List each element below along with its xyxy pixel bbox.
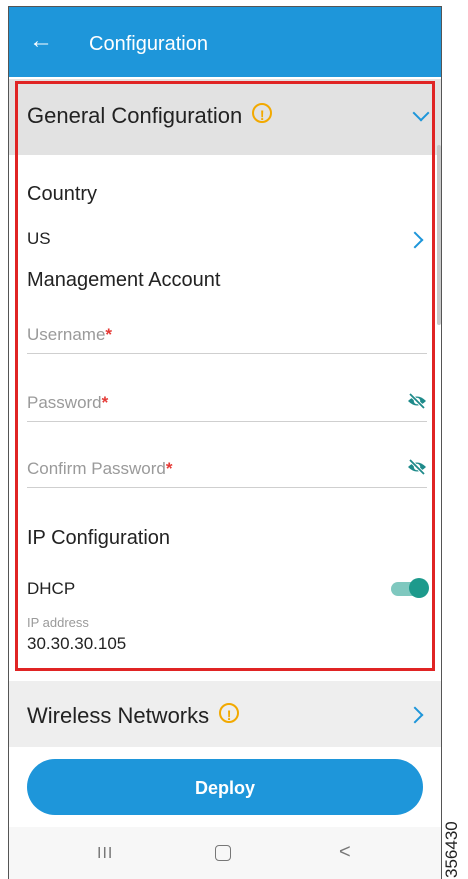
home-icon[interactable] xyxy=(215,845,231,861)
nav-back-icon[interactable]: < xyxy=(339,841,351,864)
chevron-right-icon[interactable] xyxy=(406,706,424,724)
general-configuration-title: General Configuration! xyxy=(27,103,273,129)
system-nav-bar: III < xyxy=(9,827,441,879)
toggle-knob xyxy=(409,578,429,598)
dhcp-toggle[interactable] xyxy=(391,578,429,598)
chevron-down-icon[interactable] xyxy=(412,104,430,122)
back-arrow-icon[interactable]: ← xyxy=(29,29,53,53)
eye-off-icon[interactable] xyxy=(407,459,427,475)
management-account-label: Management Account xyxy=(27,269,221,291)
warning-icon: ! xyxy=(252,103,273,123)
username-field[interactable]: Username* xyxy=(27,309,427,354)
general-configuration-header[interactable]: General Configuration! xyxy=(9,79,441,155)
scrollbar[interactable] xyxy=(437,145,441,325)
phone-screen: ← Configuration General Configuration! C… xyxy=(8,6,442,879)
dhcp-label: DHCP xyxy=(27,579,76,598)
wireless-networks-row[interactable]: Wireless Networks! xyxy=(9,681,441,747)
recent-apps-icon[interactable]: III xyxy=(97,845,113,863)
chevron-right-icon[interactable] xyxy=(406,231,424,249)
deploy-button[interactable]: Deploy xyxy=(27,759,423,815)
password-placeholder: Password* xyxy=(27,393,109,412)
ip-address-label: IP address xyxy=(27,615,89,630)
app-bar-title: Configuration xyxy=(89,33,208,55)
password-field[interactable]: Password* xyxy=(27,377,427,422)
ip-address-value: 30.30.30.105 xyxy=(27,634,127,653)
confirm-password-placeholder: Confirm Password* xyxy=(27,459,173,478)
ip-configuration-label: IP Configuration xyxy=(27,527,171,549)
warning-icon: ! xyxy=(219,703,240,723)
username-placeholder: Username* xyxy=(27,325,113,344)
figure-id: 356430 xyxy=(442,821,461,878)
country-value: US xyxy=(27,229,51,248)
app-bar: ← Configuration xyxy=(9,7,441,77)
confirm-password-field[interactable]: Confirm Password* xyxy=(27,443,427,488)
highlight-box xyxy=(15,81,435,671)
eye-off-icon[interactable] xyxy=(407,393,427,409)
wireless-networks-title: Wireless Networks! xyxy=(27,703,240,729)
country-label: Country xyxy=(27,183,98,205)
